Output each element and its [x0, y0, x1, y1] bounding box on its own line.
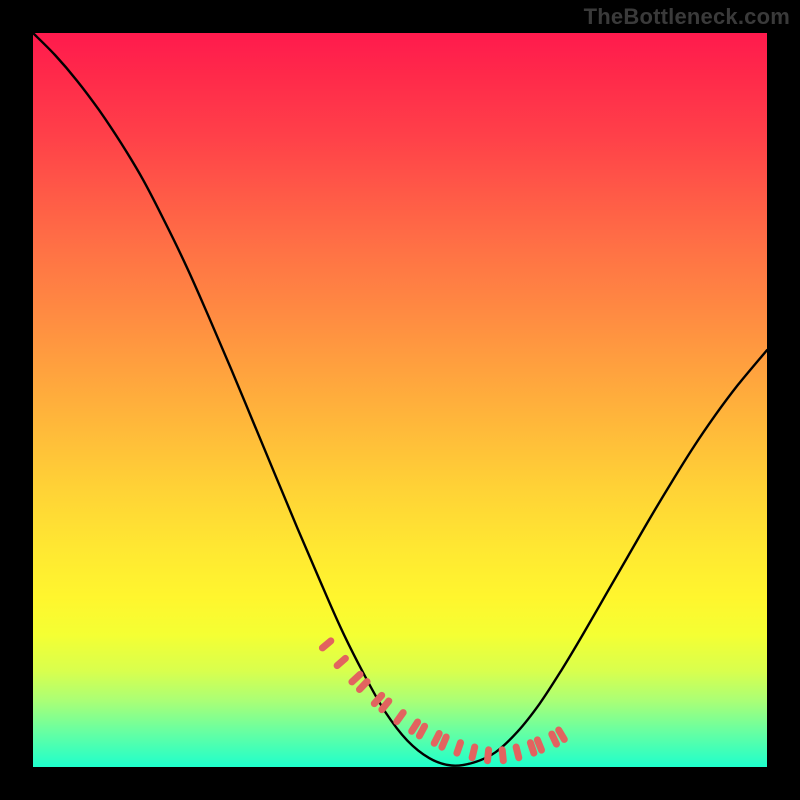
- marker-tick: [352, 674, 360, 682]
- marker-group: [322, 641, 564, 761]
- marker-tick: [360, 682, 368, 690]
- marker-tick: [434, 734, 439, 744]
- marker-tick: [516, 747, 519, 758]
- marker-tick: [559, 730, 565, 739]
- marker-tick: [419, 726, 424, 736]
- marker-tick: [488, 750, 489, 761]
- marker-tick: [322, 641, 330, 648]
- marker-tick: [337, 658, 345, 665]
- bottleneck-curve: [33, 33, 767, 766]
- chart-svg: [33, 33, 767, 767]
- marker-tick: [397, 713, 403, 722]
- marker-tick: [552, 734, 557, 744]
- marker-tick: [382, 701, 389, 710]
- marker-tick: [537, 740, 541, 750]
- marker-tick: [457, 743, 461, 753]
- marker-tick: [472, 747, 475, 758]
- marker-tick: [502, 750, 503, 761]
- marker-tick: [412, 722, 418, 731]
- marker-tick: [530, 743, 534, 753]
- watermark-label: TheBottleneck.com: [584, 4, 790, 30]
- marker-tick: [442, 737, 446, 747]
